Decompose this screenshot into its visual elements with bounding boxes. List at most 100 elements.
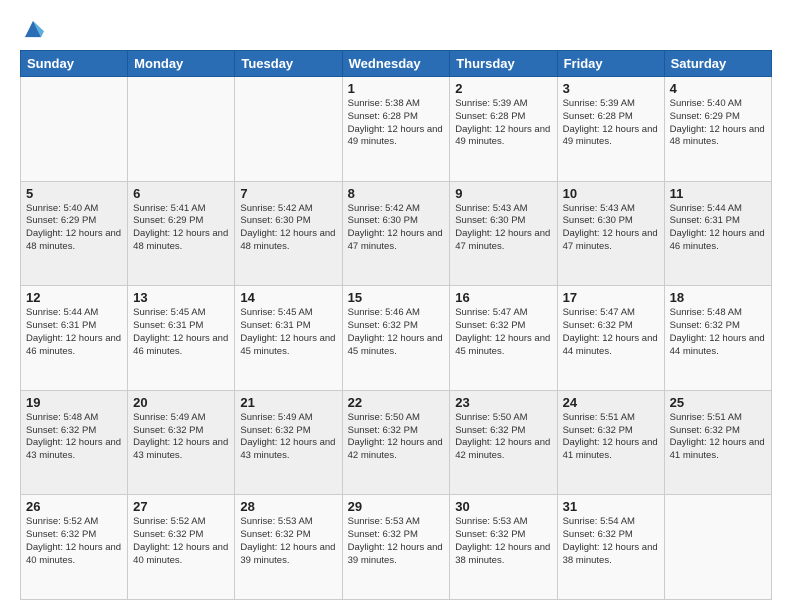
calendar-cell: 14 Sunrise: 5:45 AM Sunset: 6:31 PM Dayli… bbox=[235, 286, 342, 391]
calendar-cell: 30Sunrise: 5:53 AM Sunset: 6:32 PM Dayli… bbox=[450, 495, 557, 600]
calendar-cell: 18 Sunrise: 5:48 AM Sunset: 6:32 PM Dayli… bbox=[664, 286, 771, 391]
calendar-weekday-wednesday: Wednesday bbox=[342, 51, 450, 77]
calendar-week-row: 1Sunrise: 5:38 AM Sunset: 6:28 PM Daylig… bbox=[21, 77, 772, 182]
day-number: 29 bbox=[348, 499, 445, 514]
calendar-cell: 16 Sunrise: 5:47 AM Sunset: 6:32 PM Dayli… bbox=[450, 286, 557, 391]
calendar-cell: 2 Sunrise: 5:39 AM Sunset: 6:28 PM Daylig… bbox=[450, 77, 557, 182]
calendar-cell: 1Sunrise: 5:38 AM Sunset: 6:28 PM Daylig… bbox=[342, 77, 450, 182]
calendar-weekday-saturday: Saturday bbox=[664, 51, 771, 77]
day-number: 16 bbox=[455, 290, 551, 305]
day-info: Sunrise: 5:49 AM Sunset: 6:32 PM Dayligh… bbox=[240, 412, 336, 463]
calendar-cell: 7 Sunrise: 5:42 AM Sunset: 6:30 PM Daylig… bbox=[235, 181, 342, 286]
calendar-cell: 31 Sunrise: 5:54 AM Sunset: 6:32 PM Dayli… bbox=[557, 495, 664, 600]
calendar-cell: 12Sunrise: 5:44 AM Sunset: 6:31 PM Dayli… bbox=[21, 286, 128, 391]
day-number: 5 bbox=[26, 186, 122, 201]
day-info: Sunrise: 5:39 AM Sunset: 6:28 PM Dayligh… bbox=[563, 98, 659, 149]
day-number: 2 bbox=[455, 81, 551, 96]
day-number: 7 bbox=[240, 186, 336, 201]
day-info: Sunrise: 5:52 AM Sunset: 6:32 PM Dayligh… bbox=[26, 516, 122, 567]
day-number: 15 bbox=[348, 290, 445, 305]
calendar-week-row: 12Sunrise: 5:44 AM Sunset: 6:31 PM Dayli… bbox=[21, 286, 772, 391]
day-info: Sunrise: 5:44 AM Sunset: 6:31 PM Dayligh… bbox=[26, 307, 122, 358]
calendar-cell: 6Sunrise: 5:41 AM Sunset: 6:29 PM Daylig… bbox=[128, 181, 235, 286]
day-number: 31 bbox=[563, 499, 659, 514]
day-number: 28 bbox=[240, 499, 336, 514]
day-info: Sunrise: 5:42 AM Sunset: 6:30 PM Dayligh… bbox=[348, 203, 445, 254]
calendar-cell: 19Sunrise: 5:48 AM Sunset: 6:32 PM Dayli… bbox=[21, 390, 128, 495]
calendar-cell: 5 Sunrise: 5:40 AM Sunset: 6:29 PM Daylig… bbox=[21, 181, 128, 286]
calendar-weekday-friday: Friday bbox=[557, 51, 664, 77]
day-number: 22 bbox=[348, 395, 445, 410]
page-header bbox=[20, 18, 772, 40]
day-number: 3 bbox=[563, 81, 659, 96]
calendar-cell: 13 Sunrise: 5:45 AM Sunset: 6:31 PM Dayli… bbox=[128, 286, 235, 391]
day-info: Sunrise: 5:53 AM Sunset: 6:32 PM Dayligh… bbox=[240, 516, 336, 567]
calendar-cell bbox=[21, 77, 128, 182]
day-number: 27 bbox=[133, 499, 229, 514]
day-number: 13 bbox=[133, 290, 229, 305]
calendar-cell: 4 Sunrise: 5:40 AM Sunset: 6:29 PM Daylig… bbox=[664, 77, 771, 182]
calendar-weekday-sunday: Sunday bbox=[21, 51, 128, 77]
day-number: 25 bbox=[670, 395, 766, 410]
day-info: Sunrise: 5:53 AM Sunset: 6:32 PM Dayligh… bbox=[348, 516, 445, 567]
logo bbox=[20, 18, 48, 40]
calendar-cell: 15 Sunrise: 5:46 AM Sunset: 6:32 PM Dayli… bbox=[342, 286, 450, 391]
day-info: Sunrise: 5:42 AM Sunset: 6:30 PM Dayligh… bbox=[240, 203, 336, 254]
calendar-cell: 24 Sunrise: 5:51 AM Sunset: 6:32 PM Dayli… bbox=[557, 390, 664, 495]
day-number: 18 bbox=[670, 290, 766, 305]
calendar-cell: 17 Sunrise: 5:47 AM Sunset: 6:32 PM Dayli… bbox=[557, 286, 664, 391]
calendar-weekday-monday: Monday bbox=[128, 51, 235, 77]
day-info: Sunrise: 5:50 AM Sunset: 6:32 PM Dayligh… bbox=[348, 412, 445, 463]
calendar-cell: 10 Sunrise: 5:43 AM Sunset: 6:30 PM Dayli… bbox=[557, 181, 664, 286]
day-info: Sunrise: 5:44 AM Sunset: 6:31 PM Dayligh… bbox=[670, 203, 766, 254]
day-number: 9 bbox=[455, 186, 551, 201]
day-info: Sunrise: 5:47 AM Sunset: 6:32 PM Dayligh… bbox=[563, 307, 659, 358]
day-number: 24 bbox=[563, 395, 659, 410]
calendar-header-row: SundayMondayTuesdayWednesdayThursdayFrid… bbox=[21, 51, 772, 77]
calendar-cell: 8 Sunrise: 5:42 AM Sunset: 6:30 PM Daylig… bbox=[342, 181, 450, 286]
day-info: Sunrise: 5:43 AM Sunset: 6:30 PM Dayligh… bbox=[563, 203, 659, 254]
day-info: Sunrise: 5:51 AM Sunset: 6:32 PM Dayligh… bbox=[563, 412, 659, 463]
calendar-cell bbox=[664, 495, 771, 600]
calendar-cell: 29 Sunrise: 5:53 AM Sunset: 6:32 PM Dayli… bbox=[342, 495, 450, 600]
calendar-cell bbox=[235, 77, 342, 182]
day-info: Sunrise: 5:45 AM Sunset: 6:31 PM Dayligh… bbox=[133, 307, 229, 358]
day-info: Sunrise: 5:40 AM Sunset: 6:29 PM Dayligh… bbox=[670, 98, 766, 149]
calendar-cell: 25 Sunrise: 5:51 AM Sunset: 6:32 PM Dayli… bbox=[664, 390, 771, 495]
day-number: 10 bbox=[563, 186, 659, 201]
day-info: Sunrise: 5:54 AM Sunset: 6:32 PM Dayligh… bbox=[563, 516, 659, 567]
day-info: Sunrise: 5:38 AM Sunset: 6:28 PM Dayligh… bbox=[348, 98, 445, 149]
day-info: Sunrise: 5:51 AM Sunset: 6:32 PM Dayligh… bbox=[670, 412, 766, 463]
day-number: 23 bbox=[455, 395, 551, 410]
day-info: Sunrise: 5:43 AM Sunset: 6:30 PM Dayligh… bbox=[455, 203, 551, 254]
calendar-cell: 23 Sunrise: 5:50 AM Sunset: 6:32 PM Dayli… bbox=[450, 390, 557, 495]
day-number: 11 bbox=[670, 186, 766, 201]
calendar-cell: 11 Sunrise: 5:44 AM Sunset: 6:31 PM Dayli… bbox=[664, 181, 771, 286]
day-info: Sunrise: 5:39 AM Sunset: 6:28 PM Dayligh… bbox=[455, 98, 551, 149]
day-number: 8 bbox=[348, 186, 445, 201]
calendar-week-row: 5 Sunrise: 5:40 AM Sunset: 6:29 PM Daylig… bbox=[21, 181, 772, 286]
calendar-cell: 22 Sunrise: 5:50 AM Sunset: 6:32 PM Dayli… bbox=[342, 390, 450, 495]
calendar-weekday-tuesday: Tuesday bbox=[235, 51, 342, 77]
day-number: 4 bbox=[670, 81, 766, 96]
day-number: 6 bbox=[133, 186, 229, 201]
calendar-table: SundayMondayTuesdayWednesdayThursdayFrid… bbox=[20, 50, 772, 600]
day-info: Sunrise: 5:40 AM Sunset: 6:29 PM Dayligh… bbox=[26, 203, 122, 254]
day-info: Sunrise: 5:47 AM Sunset: 6:32 PM Dayligh… bbox=[455, 307, 551, 358]
day-info: Sunrise: 5:45 AM Sunset: 6:31 PM Dayligh… bbox=[240, 307, 336, 358]
day-info: Sunrise: 5:50 AM Sunset: 6:32 PM Dayligh… bbox=[455, 412, 551, 463]
day-info: Sunrise: 5:48 AM Sunset: 6:32 PM Dayligh… bbox=[670, 307, 766, 358]
day-number: 21 bbox=[240, 395, 336, 410]
calendar-week-row: 19Sunrise: 5:48 AM Sunset: 6:32 PM Dayli… bbox=[21, 390, 772, 495]
day-info: Sunrise: 5:49 AM Sunset: 6:32 PM Dayligh… bbox=[133, 412, 229, 463]
calendar-week-row: 26Sunrise: 5:52 AM Sunset: 6:32 PM Dayli… bbox=[21, 495, 772, 600]
logo-icon bbox=[22, 18, 44, 40]
day-number: 14 bbox=[240, 290, 336, 305]
day-number: 17 bbox=[563, 290, 659, 305]
day-info: Sunrise: 5:46 AM Sunset: 6:32 PM Dayligh… bbox=[348, 307, 445, 358]
calendar-cell: 28 Sunrise: 5:53 AM Sunset: 6:32 PM Dayli… bbox=[235, 495, 342, 600]
calendar-cell bbox=[128, 77, 235, 182]
day-info: Sunrise: 5:53 AM Sunset: 6:32 PM Dayligh… bbox=[455, 516, 551, 567]
calendar-cell: 20Sunrise: 5:49 AM Sunset: 6:32 PM Dayli… bbox=[128, 390, 235, 495]
calendar-cell: 3 Sunrise: 5:39 AM Sunset: 6:28 PM Daylig… bbox=[557, 77, 664, 182]
